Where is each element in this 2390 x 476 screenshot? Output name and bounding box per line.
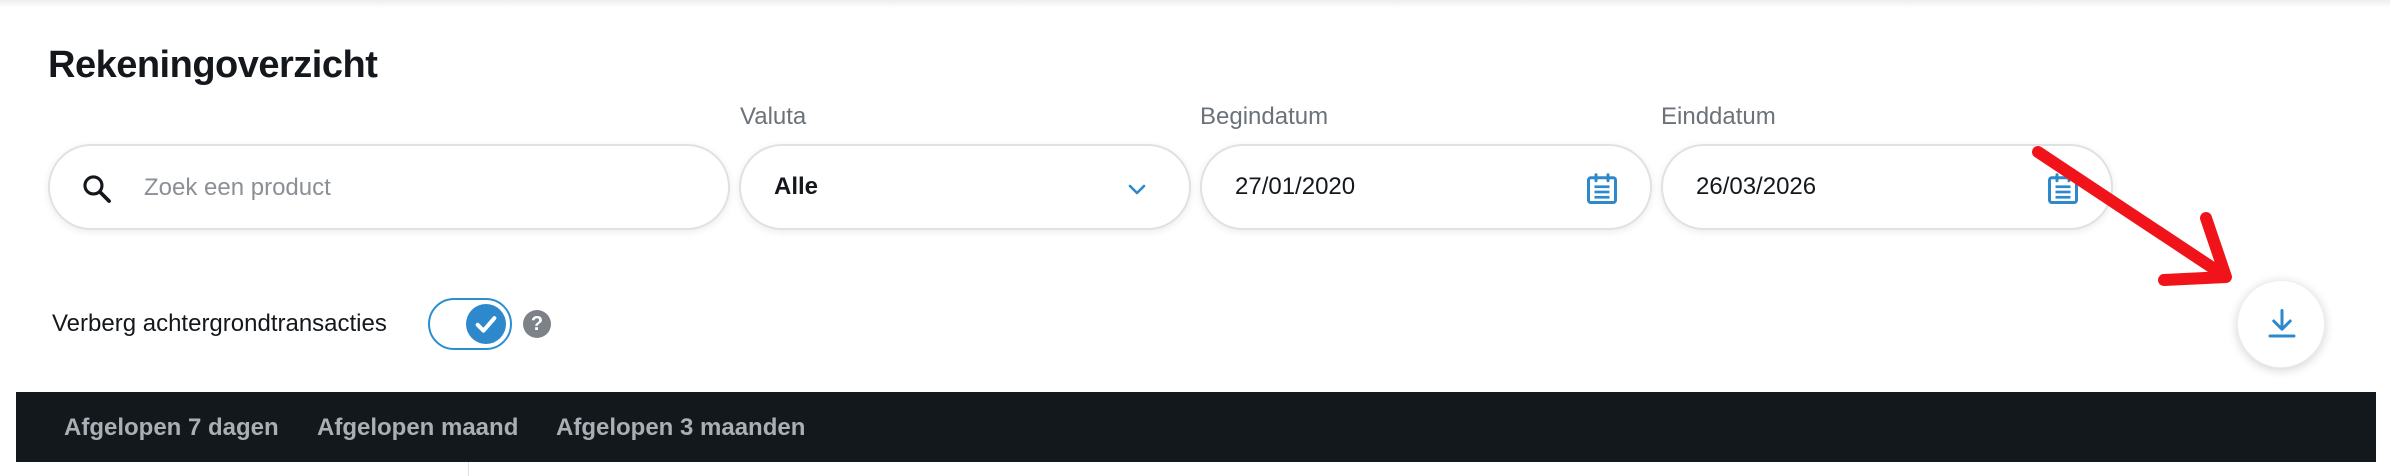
account-overview-page: Rekeningoverzicht Valuta Alle Begindatum…: [0, 0, 2390, 476]
check-icon: [475, 316, 497, 333]
chevron-down-icon: [1128, 184, 1146, 195]
hide-background-transactions-label: Verberg achtergrondtransacties: [52, 310, 387, 337]
end-date-label: Einddatum: [1661, 103, 1776, 130]
currency-select[interactable]: Alle: [739, 144, 1191, 230]
start-date-label: Begindatum: [1200, 103, 1329, 130]
toggle-knob: [466, 304, 506, 344]
header-shadow: [0, 0, 2390, 8]
tab-last-month[interactable]: Afgelopen maand: [317, 414, 518, 442]
currency-value: Alle: [774, 173, 819, 200]
start-date-field[interactable]: 27/01/2020: [1200, 144, 1652, 230]
search-icon: [83, 175, 111, 203]
period-tab-bar: Afgelopen 7 dagen Afgelopen maand Afgelo…: [16, 392, 2376, 462]
page-title: Rekeningoverzicht: [48, 44, 378, 86]
tab-last-3-months[interactable]: Afgelopen 3 maanden: [556, 414, 805, 442]
help-icon[interactable]: ?: [523, 310, 551, 338]
hide-background-transactions-toggle[interactable]: [428, 298, 512, 350]
search-field[interactable]: [48, 144, 730, 230]
start-date-value: 27/01/2020: [1235, 173, 1356, 200]
download-button[interactable]: [2237, 280, 2325, 368]
red-arrow-icon: [2032, 146, 2232, 286]
calendar-icon[interactable]: [1584, 171, 1620, 207]
end-date-value: 26/03/2026: [1696, 173, 1817, 200]
download-icon: [2268, 309, 2296, 338]
currency-label: Valuta: [740, 103, 807, 130]
column-divider: [468, 462, 469, 476]
search-input[interactable]: [142, 162, 706, 214]
tab-last-7-days[interactable]: Afgelopen 7 dagen: [64, 414, 279, 442]
